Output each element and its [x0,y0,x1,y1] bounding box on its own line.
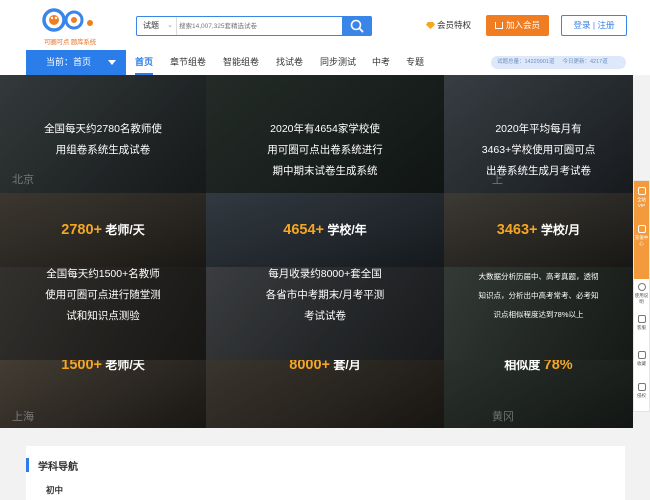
chat-icon [637,315,646,323]
city-watermark: 北京 [12,174,34,186]
stat-tile-schools-year-text: 2020年有4654家学校使 用可圈可点出卷系统进行 期中期末试卷生成系统 [206,75,444,193]
cart-icon [494,22,503,29]
vip-privilege-link[interactable]: 会员特权 [426,19,471,31]
question-stats-badge: 试题总量：14229901道 今日更新：4217道 [491,56,626,69]
current-page-dropdown[interactable]: 当前：首页 [26,50,126,75]
main-nav: 当前：首页 首页 章节组卷 智能组卷 找试卷 同步测试 中考 专题 试题总量：1… [0,50,650,75]
login-register-button[interactable]: 登录 | 注册 [561,15,627,36]
nav-item-smart-paper[interactable]: 智能组卷 [223,50,259,75]
stat-tile-schools-year-number: 4654+ 学校/年 [206,193,444,267]
stat-tile-daily-teachers-text: 全国每天约2780名教师使 用组卷系统生成试卷 北京 [0,75,206,193]
site-logo[interactable]: 可圈可点 题库系统 [38,6,102,46]
tile-text: 每月收录约8000+套全国 各省市中考期末/月考平测 考试试卷 [265,268,385,322]
join-label: 加入会员 [505,20,540,30]
section-accent-bar [26,458,29,472]
nav-item-find-paper[interactable]: 找试卷 [276,50,303,75]
stat-number: 相似度 78% [504,360,573,373]
vip-label: 会员特权 [437,20,472,30]
floating-sidebar: 全站VIP 充值中心 使用说明 客服 收藏 侵权 [633,180,650,412]
stat-number: 2780+ 老师/天 [61,222,145,238]
nav-item-topics[interactable]: 专题 [406,50,424,75]
subject-navigation-panel: 学科导航 初中 [26,446,625,500]
logo-text: 可圈可点 题库系统 [43,39,96,46]
flag-icon [637,383,646,391]
sidebar-report-button[interactable]: 侵权 [634,383,649,409]
sidebar-help-button[interactable]: 使用说明 [634,281,649,311]
cart-icon [637,225,646,233]
stat-tile-schools-month-text: 2020年平均每月有 3463+学校使用可圈可点 出卷系统生成月考试卷 上 [444,75,633,193]
diamond-icon [426,22,435,29]
crown-icon [637,187,646,195]
stat-number: 1500+ 老师/天 [61,360,145,373]
total-questions: 试题总量：14229901道 [497,59,555,65]
today-new-questions: 今日更新：4217道 [562,59,608,65]
stat-number: 3463+ 学校/月 [496,222,581,238]
subject-level-junior[interactable]: 初中 [46,484,63,496]
join-membership-button[interactable]: 加入会员 [486,15,549,36]
search-type-select[interactable]: 试题 ⌄ [137,17,177,35]
stat-number: 8000+ 套/月 [289,360,361,373]
sidebar-favorite-button[interactable]: 收藏 [634,351,649,375]
caret-down-icon [108,60,116,65]
logo-mark-icon [42,8,93,32]
hero-banner: 全国每天约2780名教师使 用组卷系统生成试卷 北京 2780+ 老师/天 全国… [0,75,633,428]
tile-text: 2020年有4654家学校使 用可圈可点出卷系统进行 期中期末试卷生成系统 [267,123,383,177]
tile-text: 全国每天约2780名教师使 用组卷系统生成试卷 [44,123,162,156]
chevron-down-icon: ⌄ [167,22,173,29]
stat-tile-monthly-papers-number: 8000+ 套/月 [206,360,444,428]
stat-number: 4654+ 学校/年 [283,222,367,238]
stat-tile-daily-teachers-number: 2780+ 老师/天 [0,193,206,267]
search-icon [350,19,364,33]
stat-tile-similarity-number: 相似度 78% 黄冈 [444,360,633,428]
stat-tile-class-tests-text: 全国每天约1500+名教师 使用可圈可点进行随堂测 试和知识点测验 [0,267,206,360]
city-watermark: 上 [492,174,503,186]
subject-nav-title: 学科导航 [38,462,78,473]
stat-tile-monthly-papers-text: 每月收录约8000+套全国 各省市中考期末/月考平测 考试试卷 [206,267,444,360]
sidebar-vip-button[interactable]: 全站VIP [634,181,649,219]
search-button[interactable] [342,16,372,36]
search-input[interactable] [179,17,339,35]
nav-item-sync-test[interactable]: 同步测试 [320,50,356,75]
tile-text: 2020年平均每月有 3463+学校使用可圈可点 出卷系统生成月考试卷 [481,123,596,177]
city-watermark: 黄冈 [492,411,514,423]
help-icon [637,283,646,291]
stat-tile-schools-month-number: 3463+ 学校/月 [444,193,633,267]
tile-text: 大数据分析历届中、高考真题，透彻 知识点，分析出中高考常考、必考知 识点相似程度… [478,272,599,319]
sidebar-recharge-button[interactable]: 充值中心 [634,219,649,279]
stat-tile-class-tests-number: 1500+ 老师/天 上海 [0,360,206,428]
current-page-label: 当前：首页 [46,57,92,67]
nav-item-zhongkao[interactable]: 中考 [372,50,390,75]
nav-item-chapter-paper[interactable]: 章节组卷 [170,50,206,75]
search-bar: 试题 ⌄ [136,16,372,36]
tile-text: 全国每天约1500+名教师 使用可圈可点进行随堂测 试和知识点测验 [45,268,161,322]
sidebar-service-button[interactable]: 客服 [634,315,649,339]
city-watermark: 上海 [12,411,34,423]
header: 可圈可点 题库系统 试题 ⌄ 会员特权 加入会员 登录 | 注册 [0,0,650,50]
star-icon [637,351,646,359]
nav-item-home[interactable]: 首页 [135,50,154,75]
search-type-label: 试题 [143,21,159,30]
stat-tile-similarity-text: 大数据分析历届中、高考真题，透彻 知识点，分析出中高考常考、必考知 识点相似程度… [444,267,633,360]
